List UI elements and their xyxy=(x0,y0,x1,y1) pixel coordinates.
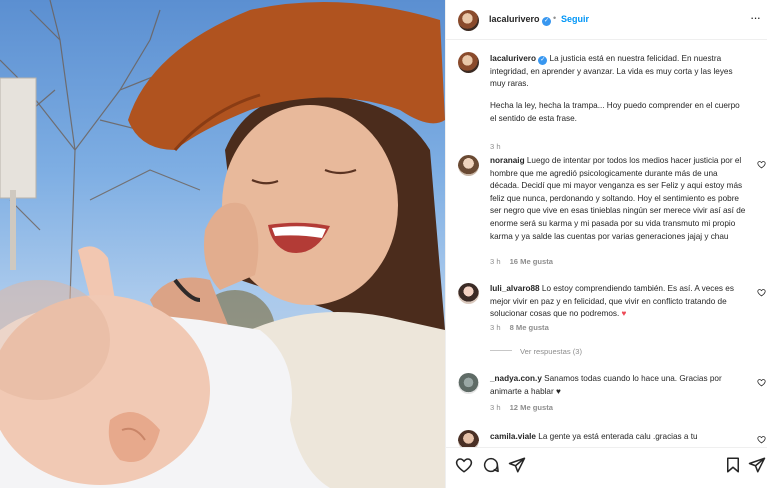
comment-meta: 3 h 16 Me gusta xyxy=(490,257,553,266)
view-replies-button[interactable]: Ver respuestas (3) xyxy=(490,347,582,356)
share-icon[interactable] xyxy=(508,456,526,474)
comment-text-block: _nadya.con.y Sanamos todas cuando lo hac… xyxy=(490,373,748,398)
separator-dot: • xyxy=(553,13,557,23)
replies-divider xyxy=(490,350,512,351)
commenter-username[interactable]: noranaig xyxy=(490,156,525,165)
comment-likes[interactable]: 8 Me gusta xyxy=(510,323,549,332)
share-icon[interactable] xyxy=(748,456,766,474)
comment-time: 3 h xyxy=(490,323,501,332)
bookmark-icon[interactable] xyxy=(724,456,742,474)
comment-time: 3 h xyxy=(490,257,501,266)
hand xyxy=(204,202,259,290)
comment-text-block: luli_alvaro88 Lo estoy comprendiendo tam… xyxy=(490,283,748,321)
heart-icon[interactable] xyxy=(757,160,766,169)
sign-board xyxy=(0,77,37,199)
heart-icon[interactable] xyxy=(757,378,766,387)
commenter-avatar[interactable] xyxy=(458,155,479,176)
black-heart-emoji: ♥ xyxy=(556,386,561,396)
comment-text-block: noranaig Luego de intentar por todos los… xyxy=(490,155,748,243)
comment-text-block: camila.viale La gente ya está enterada c… xyxy=(490,431,748,444)
author-avatar[interactable] xyxy=(458,10,479,31)
caption-text-block: lacalurivero ✓ La justicia está en nuest… xyxy=(490,53,748,91)
commenter-avatar[interactable] xyxy=(458,430,479,447)
verified-badge-icon: ✓ xyxy=(538,56,548,65)
caption-avatar[interactable] xyxy=(458,52,479,73)
follow-button[interactable]: Seguir xyxy=(561,14,589,24)
action-bar xyxy=(446,447,767,488)
view-replies-label: Ver respuestas (3) xyxy=(520,347,583,356)
caption-username[interactable]: lacalurivero xyxy=(490,54,536,63)
heart-icon[interactable] xyxy=(757,288,766,297)
comments-list[interactable]: lacalurivero ✓ La justicia está en nuest… xyxy=(446,40,767,447)
comment-time: 3 h xyxy=(490,403,501,412)
author-line: lacalurivero ✓ xyxy=(489,14,552,26)
comment-meta: 3 h 12 Me gusta xyxy=(490,403,553,412)
post-header: lacalurivero ✓ • Seguir ··· xyxy=(446,0,767,40)
caption-text-2: Hecha la ley, hecha la trampa... Hoy pue… xyxy=(490,101,740,123)
comment-meta: 3 h 8 Me gusta xyxy=(490,323,549,332)
comment-text: Luego de intentar por todos los medios h… xyxy=(490,156,746,241)
heart-icon[interactable] xyxy=(455,456,473,474)
red-heart-emoji: ♥ xyxy=(621,309,627,319)
photo-illustration xyxy=(0,0,445,488)
commenter-avatar[interactable] xyxy=(458,283,479,304)
comment-icon[interactable] xyxy=(482,456,500,474)
heart-icon[interactable] xyxy=(757,435,766,444)
commenter-username[interactable]: luli_alvaro88 xyxy=(490,284,540,293)
more-options-icon[interactable]: ··· xyxy=(750,10,761,25)
post-side-panel: lacalurivero ✓ • Seguir ··· lacalurivero… xyxy=(445,0,767,488)
commenter-avatar[interactable] xyxy=(458,373,479,394)
comment-likes[interactable]: 16 Me gusta xyxy=(510,257,553,266)
caption-time: 3 h xyxy=(490,142,501,151)
verified-badge-icon: ✓ xyxy=(542,17,552,26)
commenter-username[interactable]: camila.viale xyxy=(490,432,536,441)
post-photo[interactable] xyxy=(0,0,445,488)
comment-likes[interactable]: 12 Me gusta xyxy=(510,403,553,412)
comment-text: La gente ya está enterada calu .gracias … xyxy=(538,432,698,441)
author-username[interactable]: lacalurivero xyxy=(489,14,540,24)
commenter-username[interactable]: _nadya.con.y xyxy=(490,374,542,383)
